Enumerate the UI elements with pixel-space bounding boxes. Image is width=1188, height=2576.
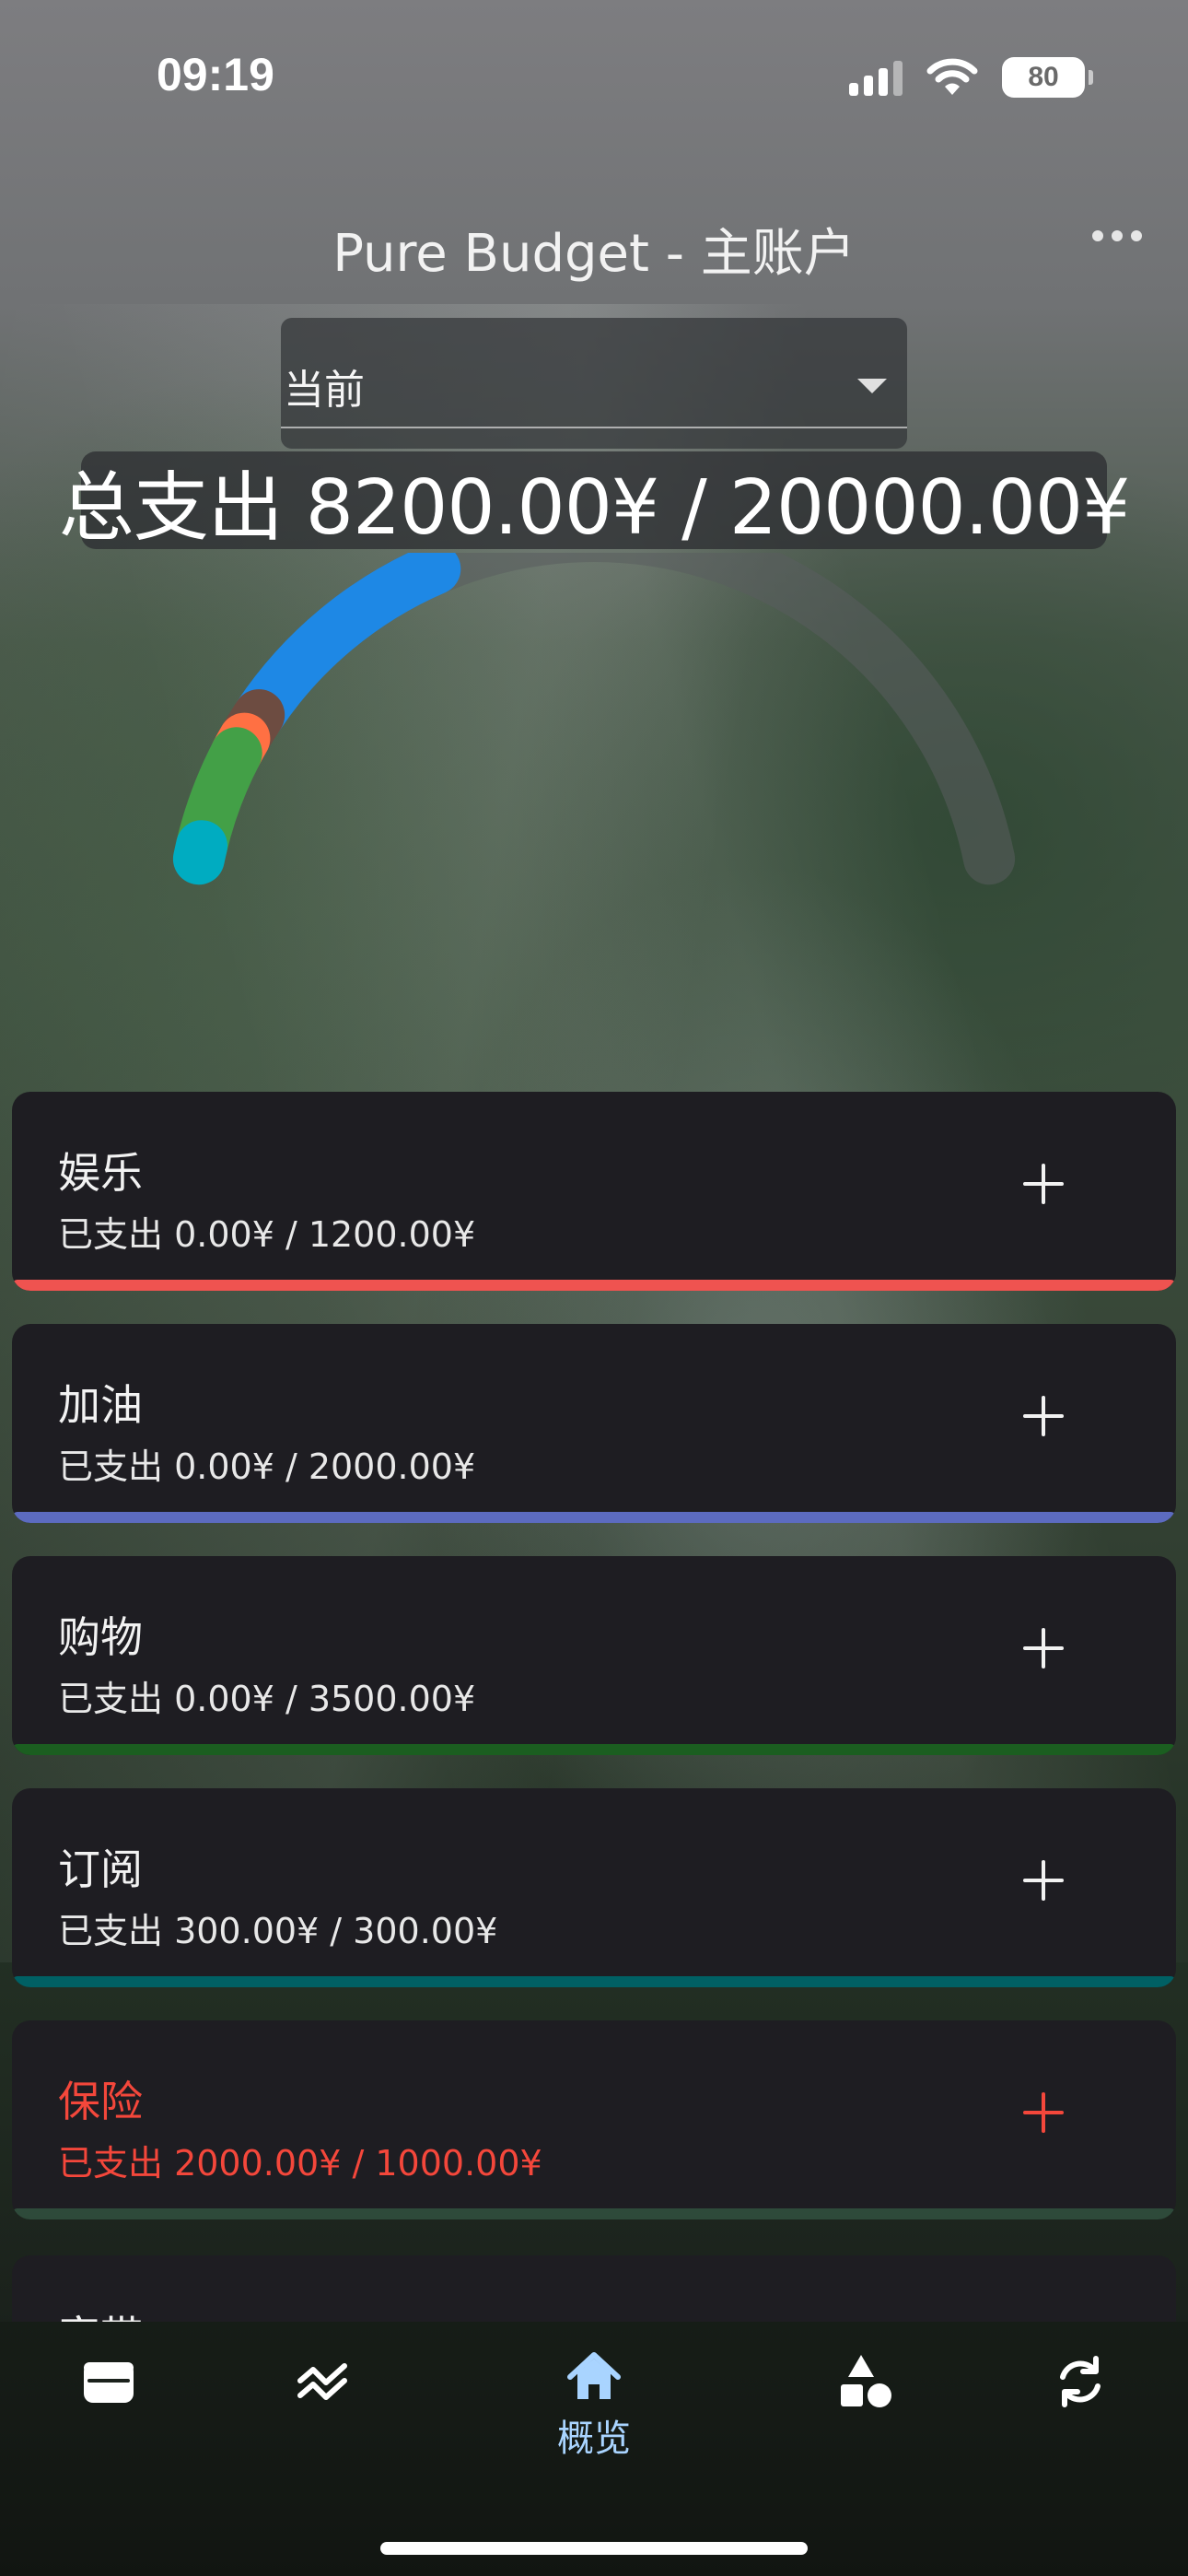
category-name: 加油 — [58, 1380, 143, 1430]
home-icon — [567, 2352, 621, 2399]
category-color-bar — [12, 2208, 1176, 2219]
total-spending-text: 总支出 8200.00¥ / 20000.00¥ — [58, 463, 1131, 552]
period-select[interactable]: 当前 — [281, 318, 907, 449]
page-title: Pure Budget - 主账户 — [332, 224, 856, 284]
wifi-icon — [926, 58, 978, 95]
shapes-icon — [841, 2355, 891, 2407]
category-name: 娱乐 — [58, 1148, 143, 1198]
category-card-shopping[interactable]: 购物 已支出 0.00¥ / 3500.00¥ — [12, 1556, 1176, 1755]
category-name: 家带 — [58, 2303, 143, 2322]
category-color-bar — [12, 1280, 1176, 1291]
category-card-entertainment[interactable]: 娱乐 已支出 0.00¥ / 1200.00¥ — [12, 1092, 1176, 1291]
period-select-value: 当前 — [284, 367, 365, 414]
add-expense-icon[interactable] — [1023, 1860, 1064, 1901]
category-card-clip: 家带 — [12, 2255, 1176, 2322]
tab-bar: 概览 — [0, 2322, 1188, 2576]
sync-icon — [1060, 2356, 1101, 2407]
total-spending-box: 总支出 8200.00¥ / 20000.00¥ — [59, 451, 1130, 552]
tab-sync[interactable] — [1016, 2349, 1145, 2478]
add-expense-icon[interactable] — [1023, 2092, 1064, 2133]
category-name: 保险 — [58, 2077, 143, 2126]
trend-icon — [297, 2363, 347, 2400]
battery-level: 80 — [1028, 62, 1059, 92]
category-card-insurance[interactable]: 保险 已支出 2000.00¥ / 1000.00¥ — [12, 2020, 1176, 2219]
category-spent: 已支出 0.00¥ / 1200.00¥ — [58, 1214, 476, 1255]
tab-trends[interactable] — [261, 2349, 390, 2478]
tab-wallet[interactable] — [44, 2349, 173, 2478]
category-spent: 已支出 2000.00¥ / 1000.00¥ — [58, 2143, 542, 2184]
gauge-track — [172, 553, 1016, 885]
app-header: Pure Budget - 主账户 — [0, 175, 1188, 313]
wallet-icon — [84, 2362, 134, 2403]
gauge-segment — [233, 553, 461, 742]
category-card-subscription[interactable]: 订阅 已支出 300.00¥ / 300.00¥ — [12, 1788, 1176, 1987]
status-time: 09:19 — [157, 49, 274, 100]
add-expense-icon[interactable] — [1023, 1396, 1064, 1436]
tab-overview[interactable]: 概览 — [530, 2349, 658, 2478]
category-color-bar — [12, 1512, 1176, 1523]
tab-categories[interactable] — [801, 2349, 930, 2478]
category-spent: 已支出 300.00¥ / 300.00¥ — [58, 1911, 498, 1951]
gauge-segment — [172, 820, 227, 885]
add-expense-icon[interactable] — [1023, 1164, 1064, 1204]
dropdown-arrow-icon — [857, 379, 887, 393]
home-indicator — [380, 2542, 808, 2555]
category-card-fuel[interactable]: 加油 已支出 0.00¥ / 2000.00¥ — [12, 1324, 1176, 1523]
category-color-bar — [12, 1744, 1176, 1755]
category-spent: 已支出 0.00¥ / 3500.00¥ — [58, 1679, 476, 1719]
gauge-segments — [172, 553, 461, 885]
battery-icon: 80 — [1002, 57, 1093, 98]
period-underline — [281, 427, 907, 428]
status-bar: 09:19 80 — [0, 0, 1188, 157]
category-name: 订阅 — [58, 1844, 143, 1894]
add-expense-icon[interactable] — [1023, 1628, 1064, 1669]
budget-gauge — [172, 553, 1016, 885]
status-icons: 80 — [849, 57, 1093, 98]
category-name: 购物 — [58, 1612, 143, 1662]
signal-icon — [849, 59, 903, 96]
tab-label-overview: 概览 — [557, 2418, 631, 2460]
category-color-bar — [12, 1976, 1176, 1987]
more-icon[interactable] — [1092, 230, 1142, 241]
category-spent: 已支出 0.00¥ / 2000.00¥ — [58, 1446, 476, 1487]
category-card-partial[interactable]: 家带 — [12, 2255, 1176, 2322]
